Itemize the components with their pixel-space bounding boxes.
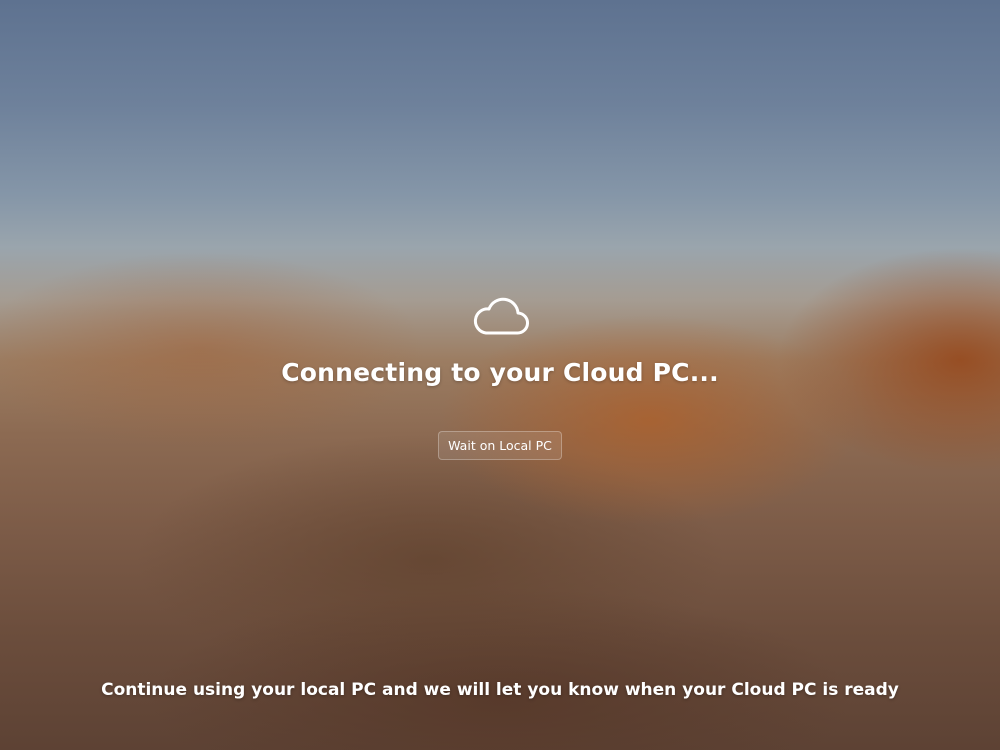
wait-on-local-pc-button[interactable]: Wait on Local PC xyxy=(438,431,562,460)
cloud-icon xyxy=(473,297,529,335)
status-message: Continue using your local PC and we will… xyxy=(101,680,899,700)
connecting-screen: Connecting to your Cloud PC... Wait on L… xyxy=(0,0,1000,750)
page-title: Connecting to your Cloud PC... xyxy=(281,358,719,387)
